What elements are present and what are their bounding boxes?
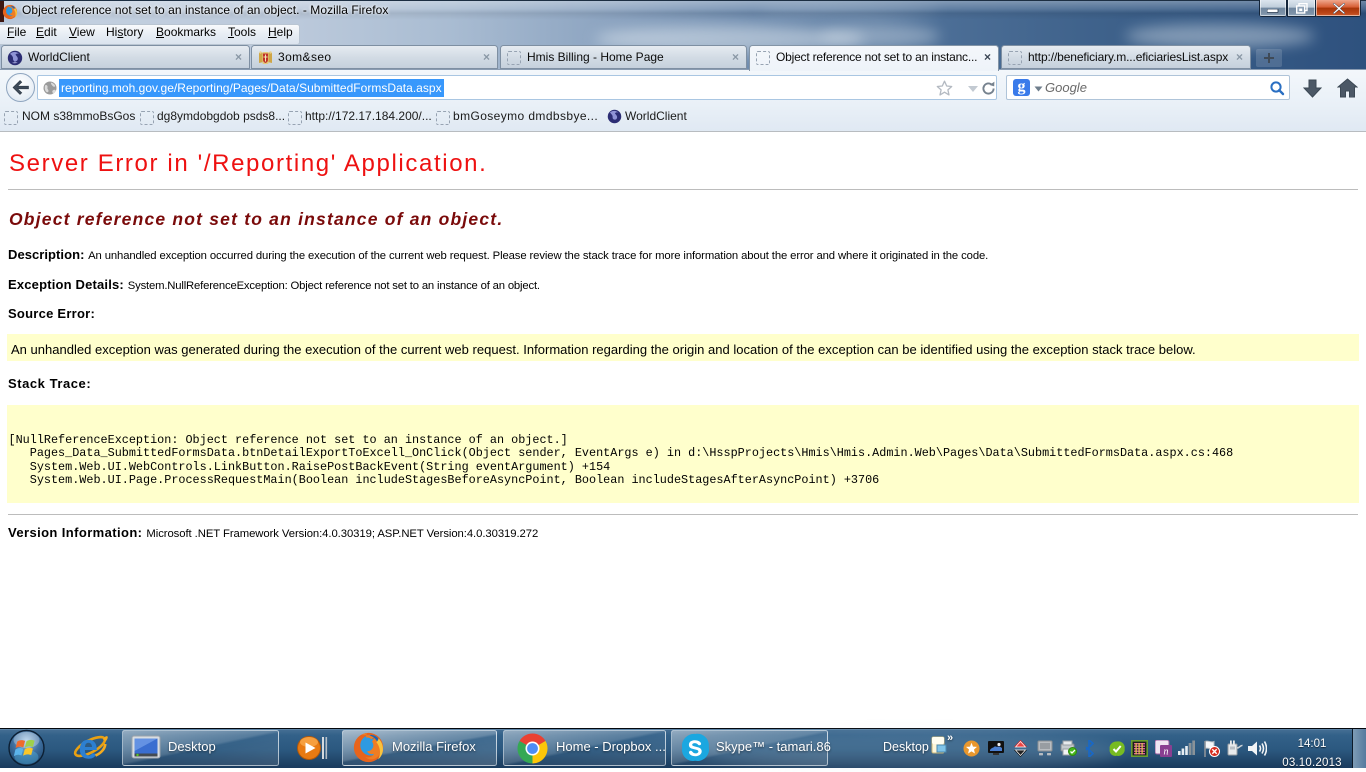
svg-text:e: e — [79, 730, 98, 766]
svg-text:n: n — [1164, 747, 1169, 758]
